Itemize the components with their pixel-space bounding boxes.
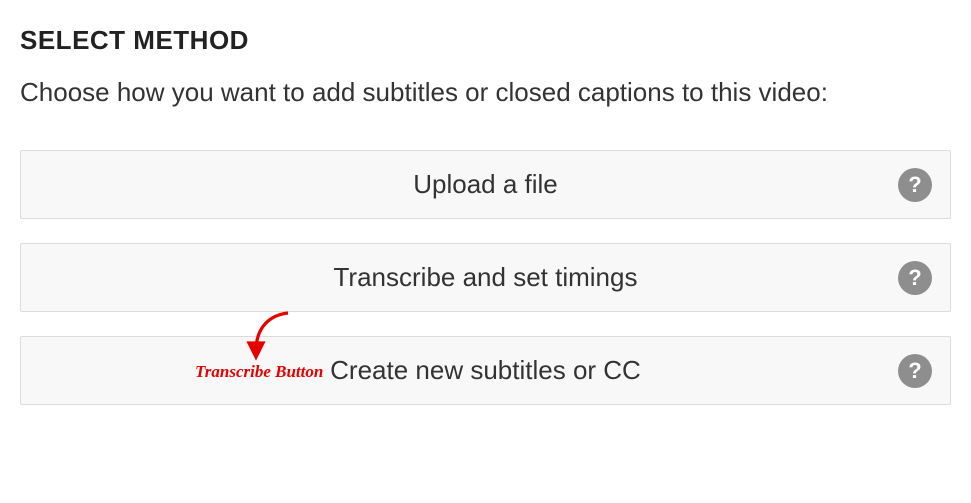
annotation-label: Transcribe Button: [195, 362, 323, 382]
help-icon[interactable]: ?: [898, 168, 932, 202]
page-description: Choose how you want to add subtitles or …: [20, 74, 951, 110]
page-heading: SELECT METHOD: [20, 25, 951, 56]
option-label: Transcribe and set timings: [334, 262, 638, 293]
create-subtitles-button[interactable]: Create new subtitles or CC ?: [20, 336, 951, 405]
transcribe-timings-button[interactable]: Transcribe and set timings ?: [20, 243, 951, 312]
upload-file-button[interactable]: Upload a file ?: [20, 150, 951, 219]
method-options: Upload a file ? Transcribe and set timin…: [20, 150, 951, 405]
option-label: Upload a file: [413, 169, 558, 200]
help-icon[interactable]: ?: [898, 354, 932, 388]
option-label: Create new subtitles or CC: [330, 355, 641, 386]
help-icon[interactable]: ?: [898, 261, 932, 295]
